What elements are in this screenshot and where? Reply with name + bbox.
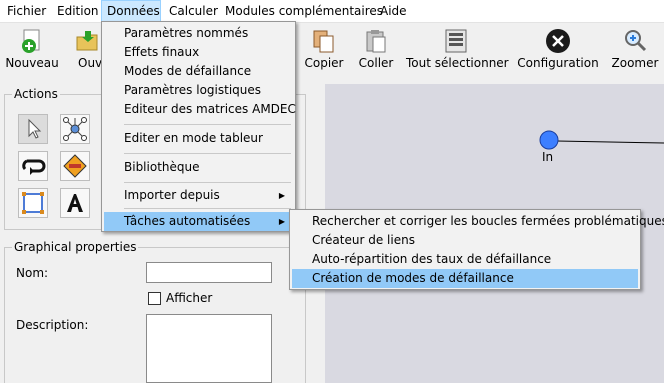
menu-modules-complementaires[interactable]: Modules complémentaires [220, 0, 388, 22]
editer-mode-tableur-label: Editer en mode tableur [124, 131, 263, 145]
nom-label: Nom: [16, 266, 49, 280]
parametres-nommes-label: Paramètres nommés [124, 26, 249, 40]
rectangle-icon [22, 192, 44, 214]
network-tool[interactable] [60, 114, 90, 144]
tout-selectionner-button[interactable]: Tout sélectionner [406, 23, 509, 78]
menu-item-parametres-nommes[interactable]: Paramètres nommés [104, 24, 293, 43]
rechercher-boucles-label: Rechercher et corriger les boucles fermé… [312, 214, 664, 228]
warning-sign-icon [63, 154, 87, 178]
configuration-button[interactable]: Configuration [516, 23, 600, 78]
bibliotheque-label: Bibliothèque [124, 160, 200, 174]
network-node-icon [63, 117, 87, 141]
nouveau-label: Nouveau [5, 56, 59, 70]
menu-item-editeur-matrices-amdec[interactable]: Editeur des matrices AMDEC [104, 100, 296, 119]
select-arrow-icon [28, 118, 42, 139]
link-line[interactable] [556, 140, 664, 144]
taches-automatisees-label: Tâches automatisées [124, 214, 251, 228]
zoom-in-icon [625, 30, 647, 52]
editeur-matrices-amdec-label: Editeur des matrices AMDEC [124, 102, 296, 116]
loop-tool[interactable] [18, 151, 48, 181]
menu-item-parametres-logistiques[interactable]: Paramètres logistiques [104, 81, 293, 100]
createur-liens-label: Créateur de liens [312, 233, 415, 247]
menu-item-auto-repartition[interactable]: Auto-répartition des taux de défaillance [292, 250, 638, 269]
taches-automatisees-submenu: Rechercher et corriger les boucles fermé… [289, 209, 664, 290]
menu-separator [124, 208, 291, 209]
copier-label: Copier [304, 56, 344, 70]
graphical-properties-title: Graphical properties [12, 240, 139, 254]
menu-item-importer-depuis[interactable]: Importer depuis ▶ [104, 186, 293, 205]
open-folder-icon [76, 31, 98, 51]
configuration-label: Configuration [517, 56, 599, 70]
menu-item-modes-defaillance[interactable]: Modes de défaillance [104, 62, 293, 81]
submenu-arrow-icon: ▶ [278, 217, 285, 226]
menu-item-creation-modes-defaillance[interactable]: Création de modes de défaillance [292, 269, 638, 288]
menu-item-bibliotheque[interactable]: Bibliothèque [104, 158, 293, 177]
menu-separator [124, 153, 291, 154]
menu-item-effets-finaux[interactable]: Effets finaux [104, 43, 293, 62]
donnees-menu: Paramètres nommés Effets finaux Modes de… [101, 21, 296, 232]
menu-item-taches-automatisees[interactable]: Tâches automatisées ▶ [104, 212, 293, 231]
paste-icon [366, 30, 386, 53]
menu-separator [124, 124, 291, 125]
toolbar: Nouveau Ouvr Copier Coller Tout sélectio… [0, 23, 664, 78]
creation-modes-defaillance-label: Création de modes de défaillance [312, 271, 514, 285]
select-tool[interactable] [18, 114, 48, 144]
description-label: Description: [16, 318, 89, 332]
afficher-label: Afficher [166, 291, 213, 305]
tout-selectionner-label: Tout sélectionner [406, 56, 509, 70]
text-a-icon [67, 194, 83, 212]
menu-calculer[interactable]: Calculer [164, 0, 223, 22]
select-all-icon [445, 29, 467, 53]
copier-button[interactable]: Copier [302, 23, 346, 78]
in-node[interactable] [539, 130, 559, 150]
zoomer-label: Zoomer [611, 56, 659, 70]
description-field[interactable] [146, 314, 272, 383]
auto-repartition-label: Auto-répartition des taux de défaillance [312, 252, 552, 266]
zoomer-button[interactable]: Zoomer [610, 23, 660, 78]
new-document-icon [22, 29, 40, 53]
nom-field[interactable] [146, 262, 272, 283]
coller-button[interactable]: Coller [354, 23, 398, 78]
importer-depuis-label: Importer depuis [124, 188, 220, 202]
menu-donnees[interactable]: Données [101, 0, 161, 22]
copy-icon [313, 30, 334, 53]
text-tool[interactable] [60, 188, 90, 218]
rectangle-tool[interactable] [18, 188, 48, 218]
afficher-checkbox[interactable] [148, 292, 161, 305]
in-node-label: In [542, 150, 554, 164]
menu-bar: Fichier Edition Données Calculer Modules… [0, 0, 664, 23]
menu-aide[interactable]: Aide [375, 0, 412, 22]
menu-edition[interactable]: Edition [52, 0, 104, 22]
nouveau-button[interactable]: Nouveau [4, 23, 60, 78]
tools-icon [546, 29, 570, 53]
menu-fichier[interactable]: Fichier [2, 0, 51, 22]
menu-item-editer-mode-tableur[interactable]: Editer en mode tableur [104, 129, 293, 148]
warning-tool[interactable] [60, 151, 90, 181]
menu-item-createur-liens[interactable]: Créateur de liens [292, 231, 638, 250]
coller-label: Coller [358, 56, 394, 70]
parametres-logistiques-label: Paramètres logistiques [124, 83, 262, 97]
modes-defaillance-label: Modes de défaillance [124, 64, 252, 78]
actions-title: Actions [12, 87, 60, 101]
menu-separator [124, 182, 291, 183]
menu-item-rechercher-boucles[interactable]: Rechercher et corriger les boucles fermé… [292, 212, 664, 231]
effets-finaux-label: Effets finaux [124, 45, 200, 59]
submenu-arrow-icon: ▶ [278, 191, 285, 200]
loop-icon [22, 159, 46, 175]
